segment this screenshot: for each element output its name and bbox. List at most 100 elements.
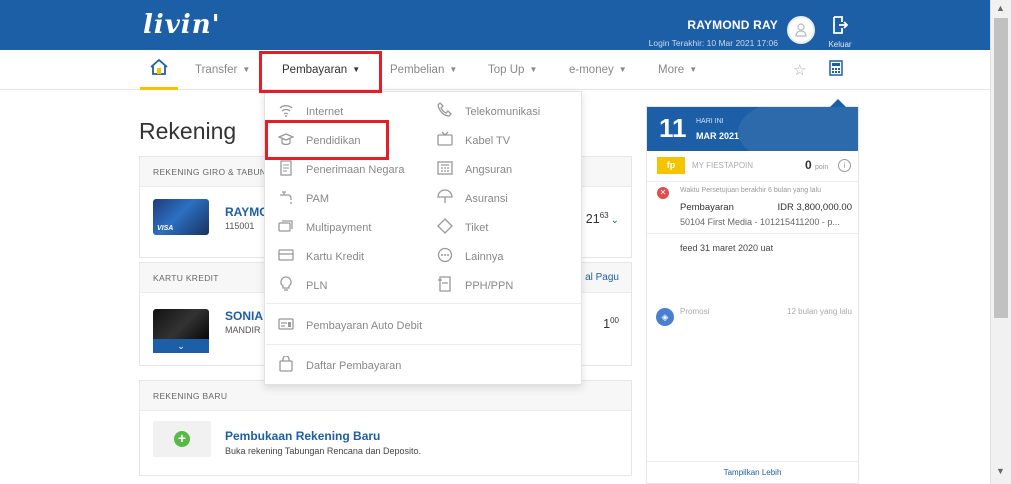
more-dots-icon: [437, 247, 453, 263]
ticket-icon: [437, 218, 453, 234]
feed-title[interactable]: Pembayaran: [680, 202, 734, 213]
scrollbar-thumb[interactable]: [994, 18, 1008, 318]
section-header: REKENING BARU: [140, 381, 631, 411]
last-login-text: Login Terakhir: 10 Mar 2021 17:06: [648, 38, 778, 48]
auto-debit-icon: [278, 318, 294, 330]
menu-divider: [266, 303, 582, 304]
chevron-down-icon: ▼: [618, 65, 627, 74]
pagu-link[interactable]: al Pagu: [585, 263, 619, 293]
menu-divider: [266, 344, 582, 345]
highlight-box-pembayaran: [259, 51, 382, 93]
card-holder-name[interactable]: SONIA: [225, 309, 263, 323]
fiestapoin-label: MY FIESTAPOIN: [692, 161, 754, 170]
day-number: 11: [659, 113, 687, 143]
menu-item-pph-ppn[interactable]: PPH/PPN: [437, 276, 513, 296]
logout-icon: [833, 16, 849, 34]
menu-item-telekomunikasi[interactable]: Telekomunikasi: [437, 102, 540, 122]
menu-item-angsuran[interactable]: Angsuran: [437, 160, 512, 180]
avatar[interactable]: [787, 16, 815, 44]
user-icon: [795, 23, 807, 37]
receipt-icon: [438, 276, 451, 292]
chevron-down-icon: ▼: [449, 65, 458, 74]
menu-item-multipayment[interactable]: Multipayment: [278, 218, 371, 238]
menu-item-penerimaan-negara[interactable]: Penerimaan Negara: [278, 160, 404, 180]
new-account-icon-box[interactable]: +: [153, 421, 211, 457]
info-icon[interactable]: i: [838, 159, 851, 172]
month-label: MAR 2021: [696, 131, 740, 141]
fiestapoin-badge: fp: [657, 157, 685, 174]
fiestapoin-row[interactable]: fp MY FIESTAPOIN 0 poin i: [647, 157, 858, 177]
tv-icon: [437, 131, 453, 146]
today-label: HARI INI: [696, 118, 724, 125]
cards-icon: [278, 220, 293, 232]
favorite-star-icon[interactable]: ☆: [793, 61, 806, 79]
feed-amount: IDR 3,800,000.00: [777, 202, 852, 213]
poin-value: 0 poin: [805, 158, 829, 172]
phone-icon: [437, 102, 452, 117]
home-icon: [150, 58, 168, 75]
menu-item-asuransi[interactable]: Asuransi: [437, 189, 508, 209]
credit-card-icon: [278, 249, 294, 261]
logout-button[interactable]: Keluar: [826, 16, 854, 49]
new-account-section: REKENING BARU + Pembukaan Rekening Baru …: [139, 380, 632, 476]
menu-item-internet[interactable]: Internet: [278, 102, 343, 122]
chevron-down-icon: ▼: [529, 65, 538, 74]
account-balance[interactable]: 2163 ⌄: [586, 211, 619, 226]
tag-icon: ◈: [656, 308, 674, 326]
feed-note: feed 31 maret 2020 uat: [680, 243, 774, 253]
expand-card-button[interactable]: ⌄: [153, 339, 209, 353]
show-more-link[interactable]: Tampilkan Lebih: [647, 468, 858, 477]
wifi-icon: [279, 105, 293, 117]
scroll-down-arrow-icon[interactable]: ▼: [996, 466, 1005, 476]
calculator-icon: [829, 60, 843, 76]
feed-time: Waktu Persetujuan berakhir 6 bulan yang …: [680, 187, 821, 194]
highlight-box-pendidikan: [265, 120, 389, 160]
nav-pembelian[interactable]: Pembelian ▼: [390, 50, 457, 90]
chevron-down-icon: ⌄: [177, 341, 185, 351]
menu-item-tiket[interactable]: Tiket: [437, 218, 488, 238]
scroll-up-arrow-icon[interactable]: ▲: [996, 3, 1005, 13]
menu-item-kartu-kredit[interactable]: Kartu Kredit: [278, 247, 364, 267]
divider: [647, 461, 858, 462]
nav-topup[interactable]: Top Up ▼: [488, 50, 537, 90]
logout-label: Keluar: [828, 40, 852, 49]
menu-item-lainnya[interactable]: Lainnya: [437, 247, 504, 267]
account-holder-name[interactable]: RAYMO: [225, 205, 269, 219]
feed-description: 50104 First Media - 101215411200 - p...: [680, 217, 840, 227]
calculator-button[interactable]: [829, 60, 843, 81]
nav-more[interactable]: More ▼: [658, 50, 697, 90]
chevron-down-icon: ⌄: [610, 215, 619, 227]
nav-transfer[interactable]: Transfer ▼: [195, 50, 250, 90]
bag-icon: [279, 356, 293, 372]
lightbulb-icon: [280, 276, 292, 291]
account-card-image[interactable]: VISA: [153, 199, 209, 235]
menu-item-kabel-tv[interactable]: Kabel TV: [437, 131, 510, 151]
livin-logo[interactable]: livin': [143, 10, 221, 40]
activity-panel: 11 HARI INI MAR 2021 fp MY FIESTAPOIN 0 …: [646, 99, 859, 484]
account-number: 115001: [225, 221, 255, 231]
page-scrollbar[interactable]: ▲ ▼: [990, 0, 1011, 484]
promo-label[interactable]: Promosi: [680, 307, 709, 316]
divider: [647, 233, 858, 234]
panel-pointer: [830, 99, 846, 107]
menu-item-daftar-pembayaran[interactable]: Daftar Pembayaran: [278, 356, 401, 376]
date-header: 11 HARI INI MAR 2021: [647, 107, 858, 151]
calculator-icon: [437, 161, 453, 175]
menu-item-pam[interactable]: PAM: [278, 189, 329, 209]
nav-home[interactable]: [140, 50, 178, 90]
nav-emoney[interactable]: e-money ▼: [569, 50, 627, 90]
plus-icon: +: [174, 431, 190, 447]
chevron-down-icon: ▼: [242, 65, 251, 74]
menu-item-auto-debit[interactable]: Pembayaran Auto Debit: [278, 316, 422, 336]
top-bar: livin' RAYMOND RAY Login Terakhir: 10 Ma…: [0, 0, 990, 50]
card-bank-name: MANDIR: [225, 325, 261, 335]
new-account-title[interactable]: Pembukaan Rekening Baru: [225, 429, 380, 443]
chevron-down-icon: ▼: [689, 65, 698, 74]
menu-item-pln[interactable]: PLN: [278, 276, 327, 296]
umbrella-icon: [437, 189, 453, 203]
divider: [647, 181, 858, 182]
close-circle-icon: ✕: [657, 187, 669, 199]
card-balance: 100: [603, 316, 619, 332]
visa-logo: VISA: [157, 225, 174, 232]
page-title: Rekening: [139, 118, 237, 144]
